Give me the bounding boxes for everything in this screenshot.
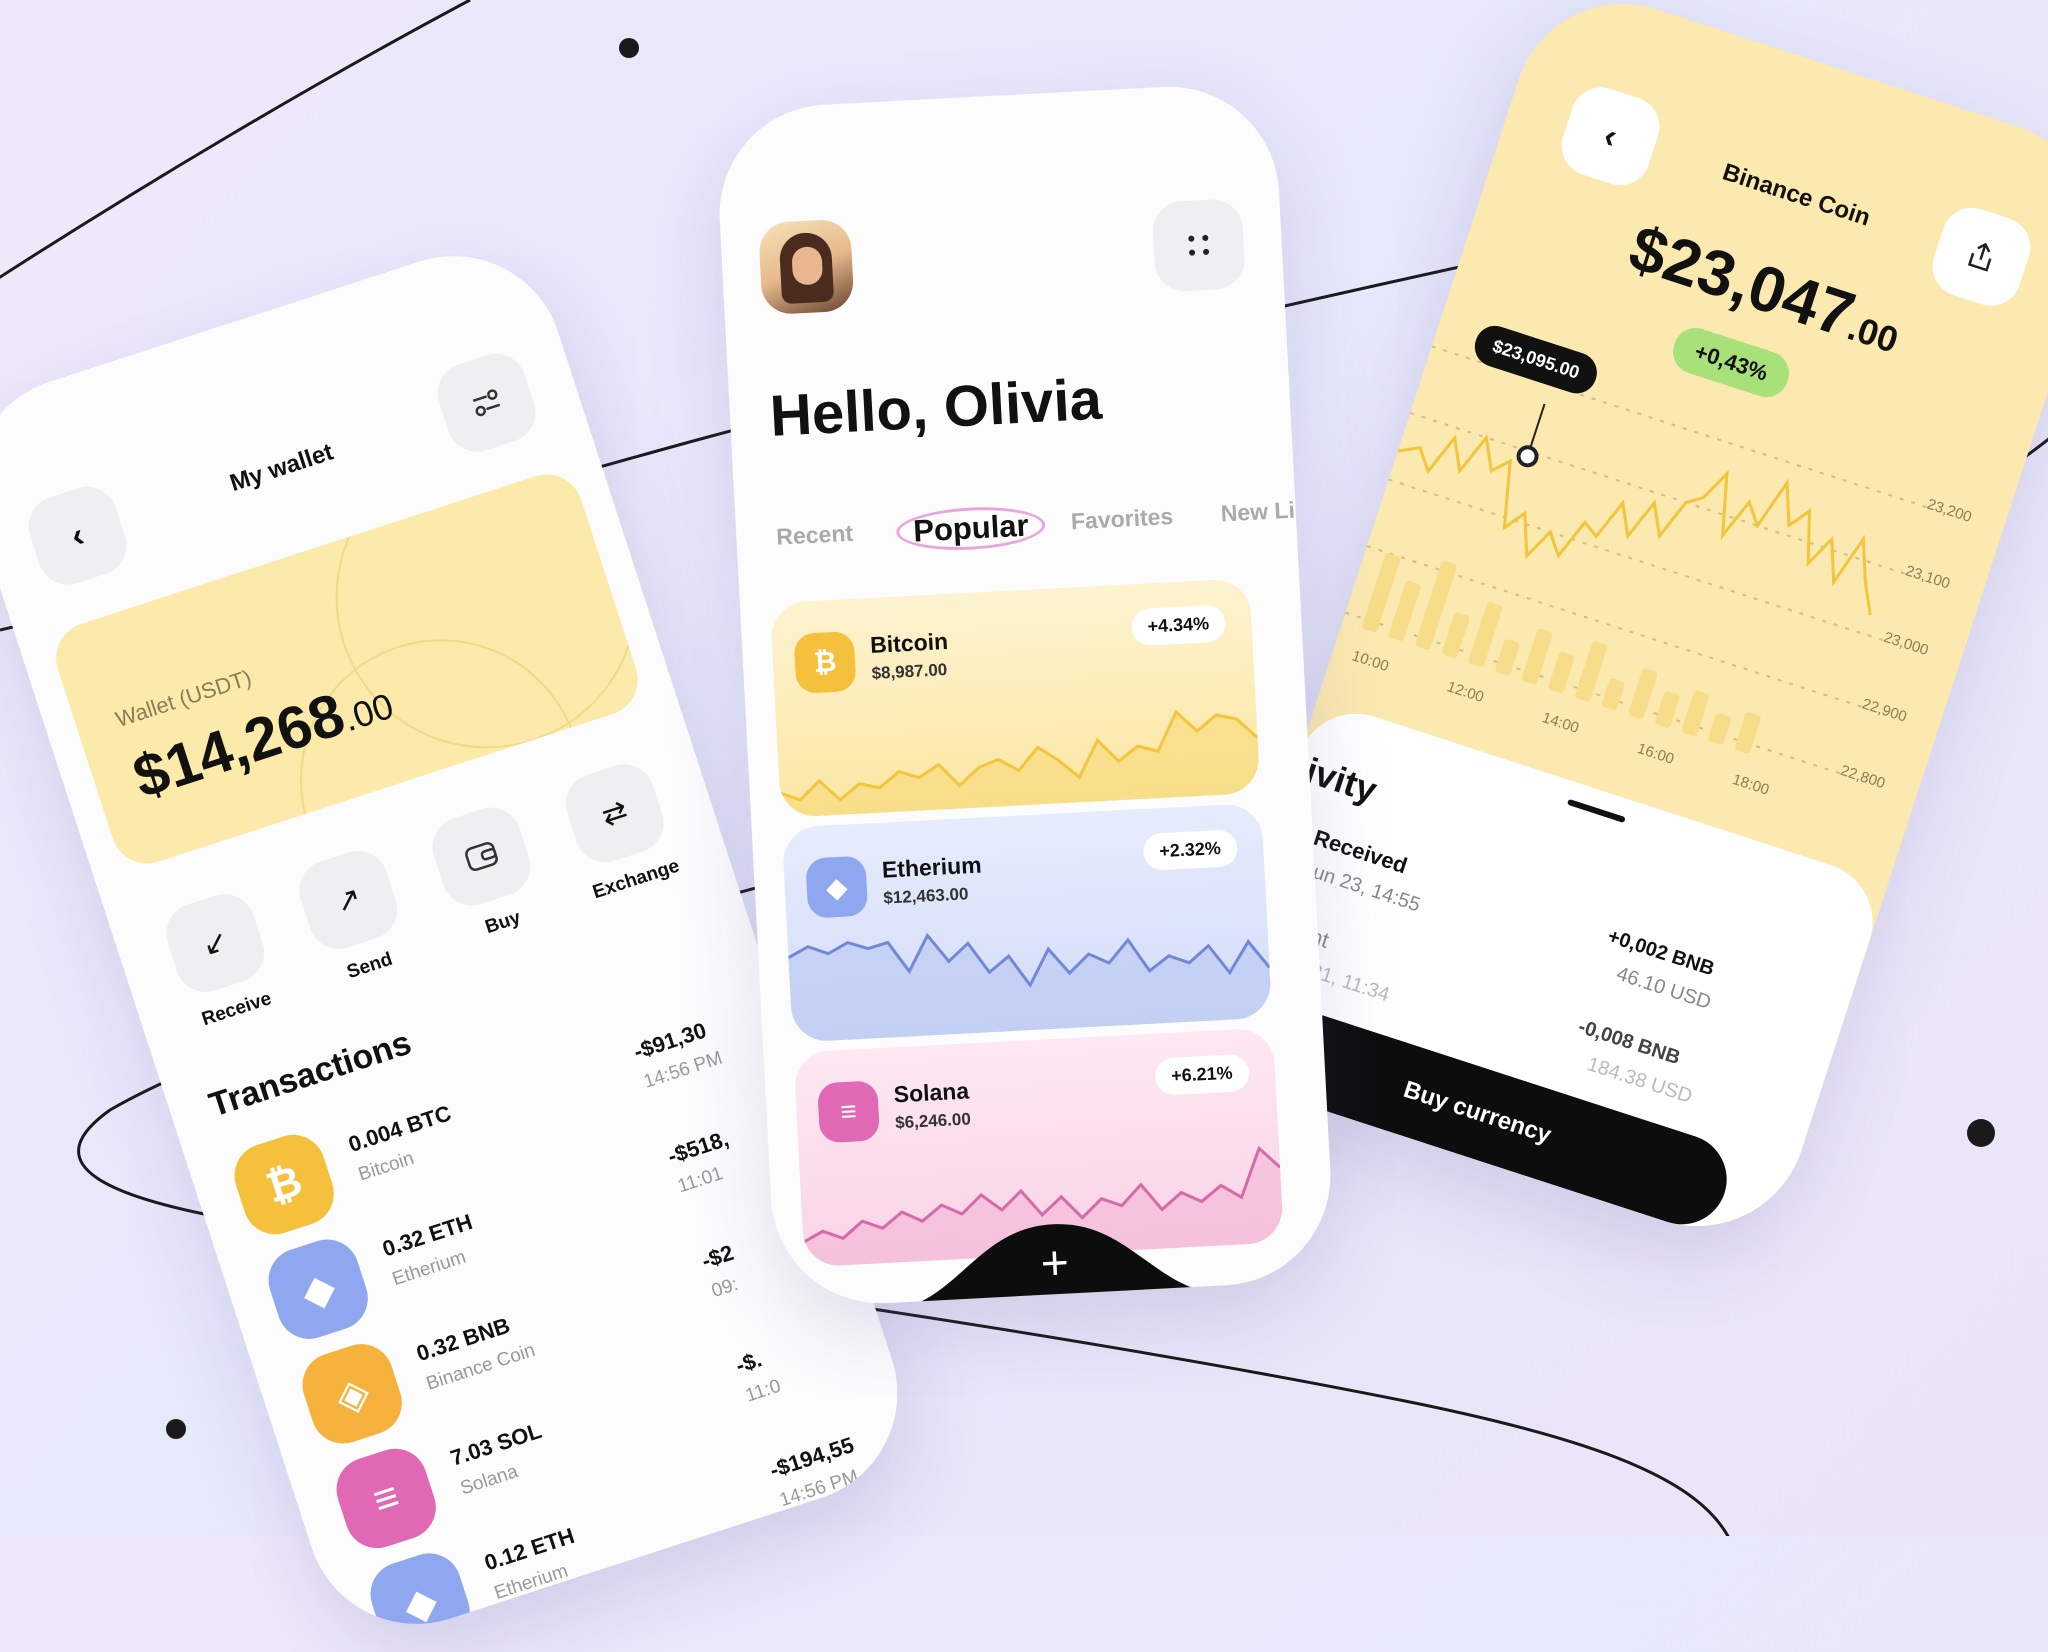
arrow-down-left-icon: ↙ [198, 923, 233, 963]
plus-icon: + [1039, 1236, 1071, 1291]
tab-new-listings[interactable]: New Li [1220, 497, 1295, 528]
buy-currency-label: Buy currency [1400, 1075, 1555, 1149]
greeting: Hello, Olivia [768, 366, 1104, 449]
filter-toggle-icon [472, 389, 501, 417]
action-exchange[interactable]: ⇄ Exchange [548, 753, 692, 907]
ethereum-sparkline [787, 932, 1273, 1043]
tx-value: -$518, [664, 1125, 732, 1169]
settings-button[interactable] [429, 346, 544, 460]
coin-card-bitcoin[interactable]: ₿ Bitcoin $8,987.00 +4.34% [769, 578, 1261, 818]
price-cents: .00 [1842, 306, 1904, 361]
bitcoin-icon: ₿ [226, 1126, 343, 1243]
action-buy[interactable]: Buy [415, 797, 559, 951]
coin-change: +6.21% [1154, 1053, 1250, 1096]
buy-icon-wrap [424, 799, 539, 914]
action-send[interactable]: ↗ Send [282, 840, 426, 994]
wallet-icon [465, 842, 498, 872]
receive-icon-wrap: ↙ [158, 886, 272, 1000]
drag-handle[interactable] [1566, 798, 1626, 824]
tab-bar: Recent Popular Favorites New Li [775, 490, 1317, 568]
tx-time: 11:01 [675, 1163, 726, 1198]
send-icon-wrap: ↗ [291, 843, 406, 957]
tx-value: -$. [732, 1346, 765, 1379]
share-icon [1967, 242, 1992, 272]
avatar-face [791, 246, 824, 286]
coin-change: +4.34% [1130, 604, 1227, 647]
add-button[interactable]: + [1023, 1233, 1086, 1296]
tx-time: 09: [709, 1273, 741, 1303]
grid-dots-icon [1188, 234, 1210, 256]
coin-name: Bitcoin [869, 627, 949, 659]
swap-icon: ⇄ [597, 793, 632, 833]
share-button[interactable] [1924, 200, 2039, 314]
coin-name: Solana [893, 1077, 970, 1108]
tx-amount: 7.03 SOL [447, 1417, 545, 1471]
tab-recent[interactable]: Recent [776, 520, 854, 551]
tx-value: -$2 [698, 1239, 737, 1274]
tx-amount: 0.004 BTC [345, 1100, 455, 1157]
tab-popular[interactable]: Popular [895, 503, 1047, 554]
tx-time: 11:0 [743, 1375, 784, 1407]
coin-card-ethereum[interactable]: ◆ Etherium $12,463.00 +2.32% [781, 802, 1273, 1043]
bitcoin-sparkline [779, 709, 1261, 818]
menu-button[interactable] [1151, 197, 1246, 293]
coin-name: Etherium [881, 851, 983, 883]
home-screen: Hello, Olivia Recent Popular Favorites N… [713, 81, 1337, 1309]
action-receive[interactable]: ↙ Receive [149, 883, 293, 1037]
arrow-up-right-icon: ↗ [331, 880, 366, 920]
avatar[interactable] [757, 218, 855, 316]
price-main: $23,047 [1621, 211, 1864, 352]
tab-favorites[interactable]: Favorites [1070, 503, 1174, 535]
coin-change: +2.32% [1142, 829, 1238, 871]
exchange-icon-wrap: ⇄ [557, 756, 672, 870]
